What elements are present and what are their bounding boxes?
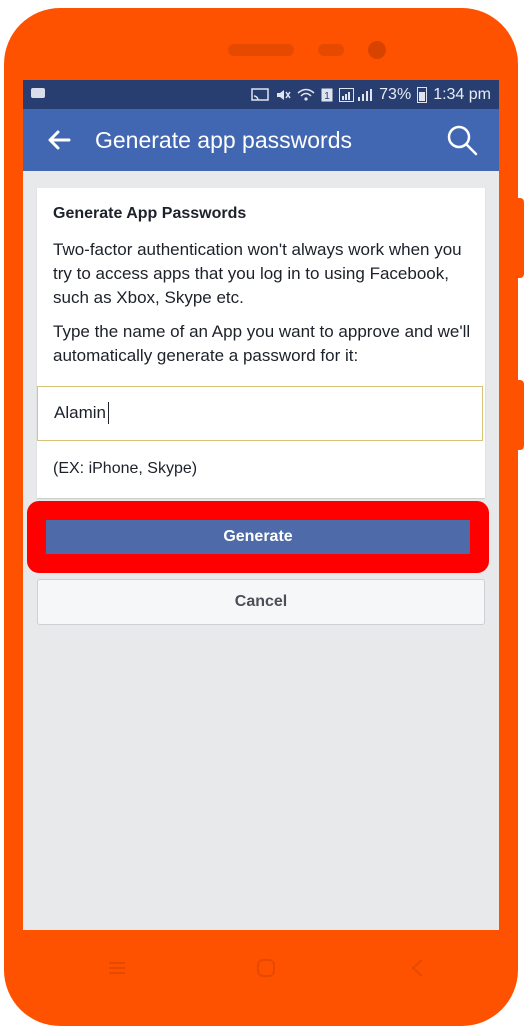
info-card: Generate App Passwords Two-factor authen…	[37, 188, 485, 498]
screen: 1 73% 1:34 pm Generate app passwords Gen…	[23, 80, 499, 930]
page-title: Generate app passwords	[95, 127, 352, 153]
volume-button	[514, 198, 524, 278]
menu-icon[interactable]	[108, 960, 126, 976]
cancel-button[interactable]: Cancel	[37, 579, 485, 625]
power-button	[514, 380, 524, 450]
description-text: Two-factor authentication won't always w…	[53, 240, 462, 307]
proximity-sensor	[318, 44, 344, 56]
cast-icon	[251, 87, 269, 101]
input-value: Alamin	[54, 403, 106, 422]
generate-button[interactable]: Generate	[46, 520, 470, 554]
wifi-icon	[297, 88, 315, 101]
input-value-wrap: Alamin	[54, 402, 109, 424]
input-hint: (EX: iPhone, Skype)	[53, 460, 198, 477]
card-heading: Generate App Passwords	[53, 205, 247, 222]
app-name-input[interactable]: Alamin	[37, 386, 483, 441]
battery-percent: 73%	[379, 85, 412, 103]
search-icon[interactable]	[445, 123, 479, 157]
app-bar: Generate app passwords	[23, 109, 499, 171]
home-icon[interactable]	[256, 958, 276, 978]
svg-text:1: 1	[324, 91, 330, 102]
text-caret	[107, 402, 109, 424]
signal-icon	[339, 87, 373, 102]
status-icons: 1 73% 1:34 pm	[251, 80, 491, 109]
mute-icon	[277, 89, 291, 100]
battery-icon	[417, 86, 428, 103]
status-bar: 1 73% 1:34 pm	[23, 80, 499, 109]
video-icon	[31, 88, 45, 98]
front-camera	[368, 41, 386, 59]
sim-icon: 1	[321, 88, 333, 102]
clock: 1:34 pm	[433, 85, 491, 103]
back-icon[interactable]	[410, 958, 424, 978]
earpiece-speaker	[228, 44, 294, 56]
arrow-left-icon[interactable]	[45, 126, 73, 154]
instruction-text: Type the name of an App you want to appr…	[53, 322, 471, 365]
nav-bar	[0, 940, 526, 1000]
